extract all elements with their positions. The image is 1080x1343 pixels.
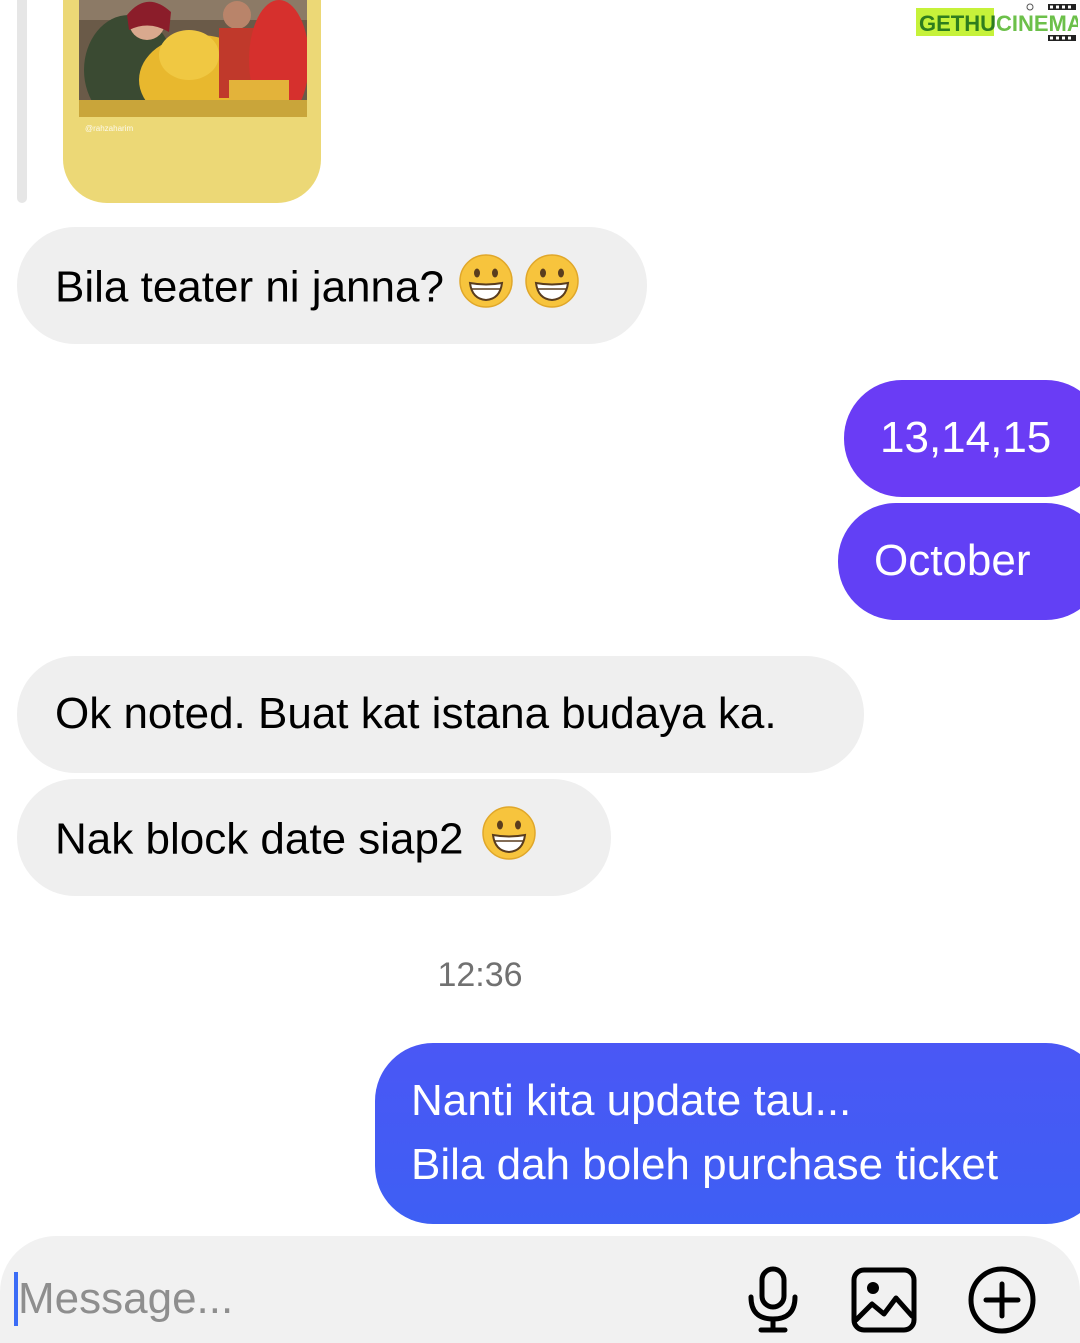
- gallery-icon[interactable]: [846, 1262, 922, 1338]
- story-photo: [79, 0, 307, 117]
- sent-message-bubble[interactable]: October: [838, 503, 1080, 620]
- message-text: 13,14,15: [880, 413, 1052, 462]
- received-message-bubble[interactable]: Nak block date siap2: [17, 779, 611, 896]
- received-message-bubble[interactable]: Ok noted. Buat kat istana budaya ka.: [17, 656, 864, 773]
- received-message-bubble[interactable]: Bila teater ni janna?: [17, 227, 647, 344]
- message-text: October: [874, 536, 1031, 585]
- story-caption: @rahzaharim: [85, 124, 134, 133]
- message-line: Bila dah boleh purchase ticket: [411, 1140, 999, 1189]
- grinning-face-emoji: [458, 253, 514, 327]
- sent-message-bubble[interactable]: 13,14,15: [844, 380, 1080, 497]
- add-icon[interactable]: [964, 1262, 1040, 1338]
- shared-story-card[interactable]: @rahzaharim: [63, 0, 321, 203]
- message-line: Nanti kita update tau...: [411, 1076, 852, 1125]
- message-text: Bila teater ni janna?: [55, 262, 444, 312]
- grinning-face-emoji: [524, 253, 580, 327]
- chat-screen: GETHU CINEMA @rahzaharim Bila teater ni …: [0, 0, 1080, 1343]
- watermark-text-1: GETHU: [919, 11, 996, 36]
- message-timestamp: 12:36: [437, 956, 523, 994]
- watermark-logo: GETHU CINEMA: [916, 3, 1078, 41]
- sent-message-bubble[interactable]: Nanti kita update tau... Bila dah boleh …: [375, 1043, 1080, 1224]
- message-text: Nak block date siap2: [55, 814, 464, 864]
- microphone-icon[interactable]: [735, 1262, 811, 1338]
- message-text: Ok noted. Buat kat istana budaya ka.: [55, 689, 777, 738]
- watermark-text-2: CINEMA: [996, 11, 1078, 36]
- reply-indicator-bar: [17, 0, 27, 203]
- message-input[interactable]: [18, 1264, 698, 1334]
- grinning-face-emoji: [481, 805, 537, 879]
